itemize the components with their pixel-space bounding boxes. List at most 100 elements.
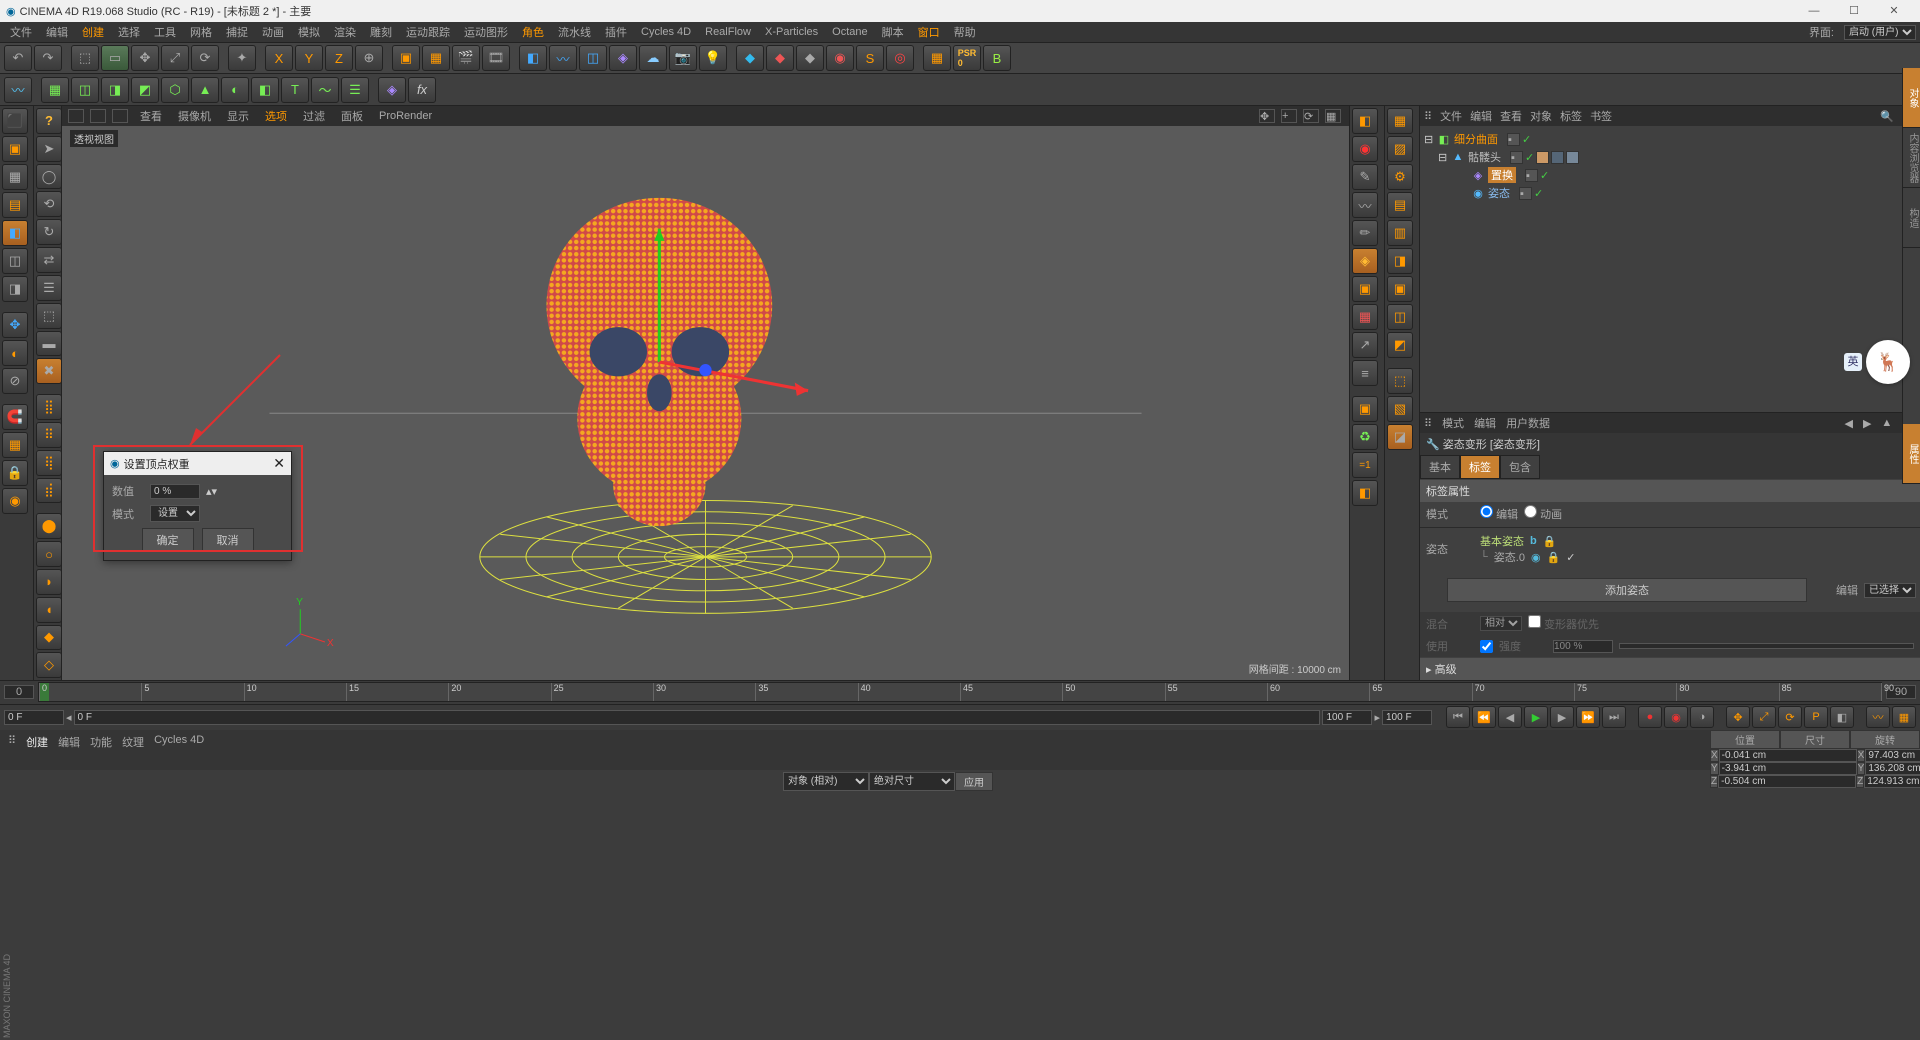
tag3-icon[interactable]: ▪ [1525,169,1538,182]
cancel-button[interactable]: 取消 [202,528,254,552]
rc9-icon[interactable]: ↗ [1352,332,1378,358]
mtab-cycles[interactable]: Cycles 4D [154,734,204,766]
key-scale-icon[interactable]: ⤢ [1752,706,1776,728]
rc29-icon[interactable]: ◩ [1387,332,1413,358]
bodypaint-icon[interactable]: B [983,45,1011,71]
om-bookmark[interactable]: 书签 [1590,108,1612,124]
pose0-radio-icon[interactable]: ◉ [1531,551,1541,564]
pose0-row[interactable]: └ 姿态.0 ◉ 🔒 ✓ [1480,549,1914,565]
menu-octane[interactable]: Octane [826,24,873,40]
vp-filter[interactable]: 过滤 [297,106,331,126]
mode-select[interactable]: 设置 [150,505,200,522]
vp-prorender[interactable]: ProRender [373,108,438,124]
undo-icon[interactable]: ↶ [4,45,32,71]
plugin3-icon[interactable]: ◆ [796,45,824,71]
play-icon[interactable]: ▶ [1524,706,1548,728]
pose-lock-icon[interactable]: 🔒 [1543,535,1557,548]
vis-on-icon[interactable]: ✓ [1522,133,1531,146]
vis3-icon[interactable]: ✓ [1540,169,1549,182]
am-prev-icon[interactable]: ◀ [1844,417,1852,430]
mode-anim-radio[interactable]: 动画 [1524,505,1562,522]
mograph1-icon[interactable]: ▦ [41,77,69,103]
fill-sel-icon[interactable]: ▬ [36,331,62,357]
adv-section[interactable]: ▸ 高级 [1420,658,1920,680]
vp-camera[interactable]: 摄像机 [172,106,217,126]
next-frame-icon[interactable]: ▶ [1550,706,1574,728]
tab-basic[interactable]: 基本 [1420,455,1460,479]
render-pv-icon[interactable]: 🎞 [482,45,510,71]
viewport-solo-icon[interactable]: ⊘ [2,368,28,394]
add-pose-button[interactable]: 添加姿态 [1447,578,1807,602]
ime-badge[interactable]: 英 🦌 [1866,340,1910,384]
edit-select[interactable]: 已选择 [1864,583,1916,598]
size-y[interactable] [1865,762,1920,775]
menu-track[interactable]: 运动跟踪 [400,22,456,42]
menu-cycles[interactable]: Cycles 4D [635,24,697,40]
pos-x[interactable] [1719,749,1857,762]
rc6-icon[interactable]: ◈ [1352,248,1378,274]
rotate-icon[interactable]: ⟳ [191,45,219,71]
redo-icon[interactable]: ↷ [34,45,62,71]
model-icon[interactable]: ▣ [2,136,28,162]
tree-leaf2[interactable]: 姿态 [1488,185,1510,201]
rc28-icon[interactable]: ◫ [1387,304,1413,330]
sel-tool-icon[interactable]: ▦ [923,45,951,71]
vp-view[interactable]: 查看 [134,106,168,126]
mograph6-icon[interactable]: ▲ [191,77,219,103]
ring-sel-icon[interactable]: ↻ [36,219,62,245]
menu-xp[interactable]: X-Particles [759,24,824,40]
octane-s-icon[interactable]: S [856,45,884,71]
mograph7-icon[interactable]: ◐ [221,77,249,103]
cube-prim-icon[interactable]: ◧ [519,45,547,71]
editable-icon[interactable]: ⬛ [2,108,28,134]
help-icon[interactable]: ? [36,108,62,134]
mode-edit-radio[interactable]: 编辑 [1480,505,1518,522]
rc13-icon[interactable]: =1 [1352,452,1378,478]
menu-create[interactable]: 创建 [76,22,110,42]
spline-icon[interactable]: 〰 [549,45,577,71]
tag4-icon[interactable]: ▪ [1519,187,1532,200]
am-edit[interactable]: 编辑 [1474,415,1496,431]
menu-sim[interactable]: 模拟 [292,22,326,42]
point-mode-icon[interactable]: ◧ [2,220,28,246]
scrub-next-icon[interactable]: ▸ [1374,711,1380,724]
vp-orbit-icon[interactable]: ⟳ [1303,109,1319,123]
tweak-icon[interactable]: ◐ [2,340,28,366]
am-userdata[interactable]: 用户数据 [1506,415,1550,431]
value-spinner-icon[interactable]: ▴▾ [206,485,217,498]
prev-frame-icon[interactable]: ◀ [1498,706,1522,728]
size-z[interactable] [1864,775,1920,788]
mtab-create[interactable]: 创建 [26,734,48,766]
select-rect-icon[interactable]: ▭ [101,45,129,71]
om-obj[interactable]: 对象 [1530,108,1552,124]
menu-select[interactable]: 选择 [112,22,146,42]
tree-expand2-icon[interactable]: ⊟ [1438,151,1448,164]
dopesheet-icon[interactable]: ▦ [1892,706,1916,728]
tree-leaf1[interactable]: 置换 [1488,167,1516,183]
mix-select[interactable]: 相对 [1480,616,1522,631]
phong-tag-icon[interactable] [1536,151,1549,164]
cloth-icon[interactable]: 〰 [4,77,32,103]
psr-icon[interactable]: PSR0 [953,45,981,71]
tex-tag-icon[interactable] [1551,151,1564,164]
deform-check[interactable]: 变形器优先 [1528,615,1599,632]
plugin1-icon[interactable]: ◆ [736,45,764,71]
pos-z[interactable] [1718,775,1856,788]
mtab-tex[interactable]: 纹理 [122,734,144,766]
tag2-icon[interactable]: ▪ [1510,151,1523,164]
total-frames-field[interactable] [1382,710,1432,725]
pose0-check-icon[interactable]: ✓ [1566,551,1575,564]
tree-child[interactable]: 骷髅头 [1468,149,1501,165]
loop-sel-icon[interactable]: ⟲ [36,191,62,217]
tab-tag[interactable]: 标签 [1460,455,1500,479]
side-attr[interactable]: 属性 [1903,424,1920,484]
path-sel-icon[interactable]: ⇄ [36,247,62,273]
phong-icon[interactable]: ☰ [36,275,62,301]
deformer-icon[interactable]: ◈ [609,45,637,71]
menu-realflow[interactable]: RealFlow [699,24,757,40]
scale-icon[interactable]: ⤢ [161,45,189,71]
rc2-icon[interactable]: ◉ [1352,136,1378,162]
pos-y[interactable] [1719,762,1857,775]
tool-icon[interactable]: ✦ [228,45,256,71]
coord-obj-select[interactable]: 对象 (相对) [783,772,869,791]
